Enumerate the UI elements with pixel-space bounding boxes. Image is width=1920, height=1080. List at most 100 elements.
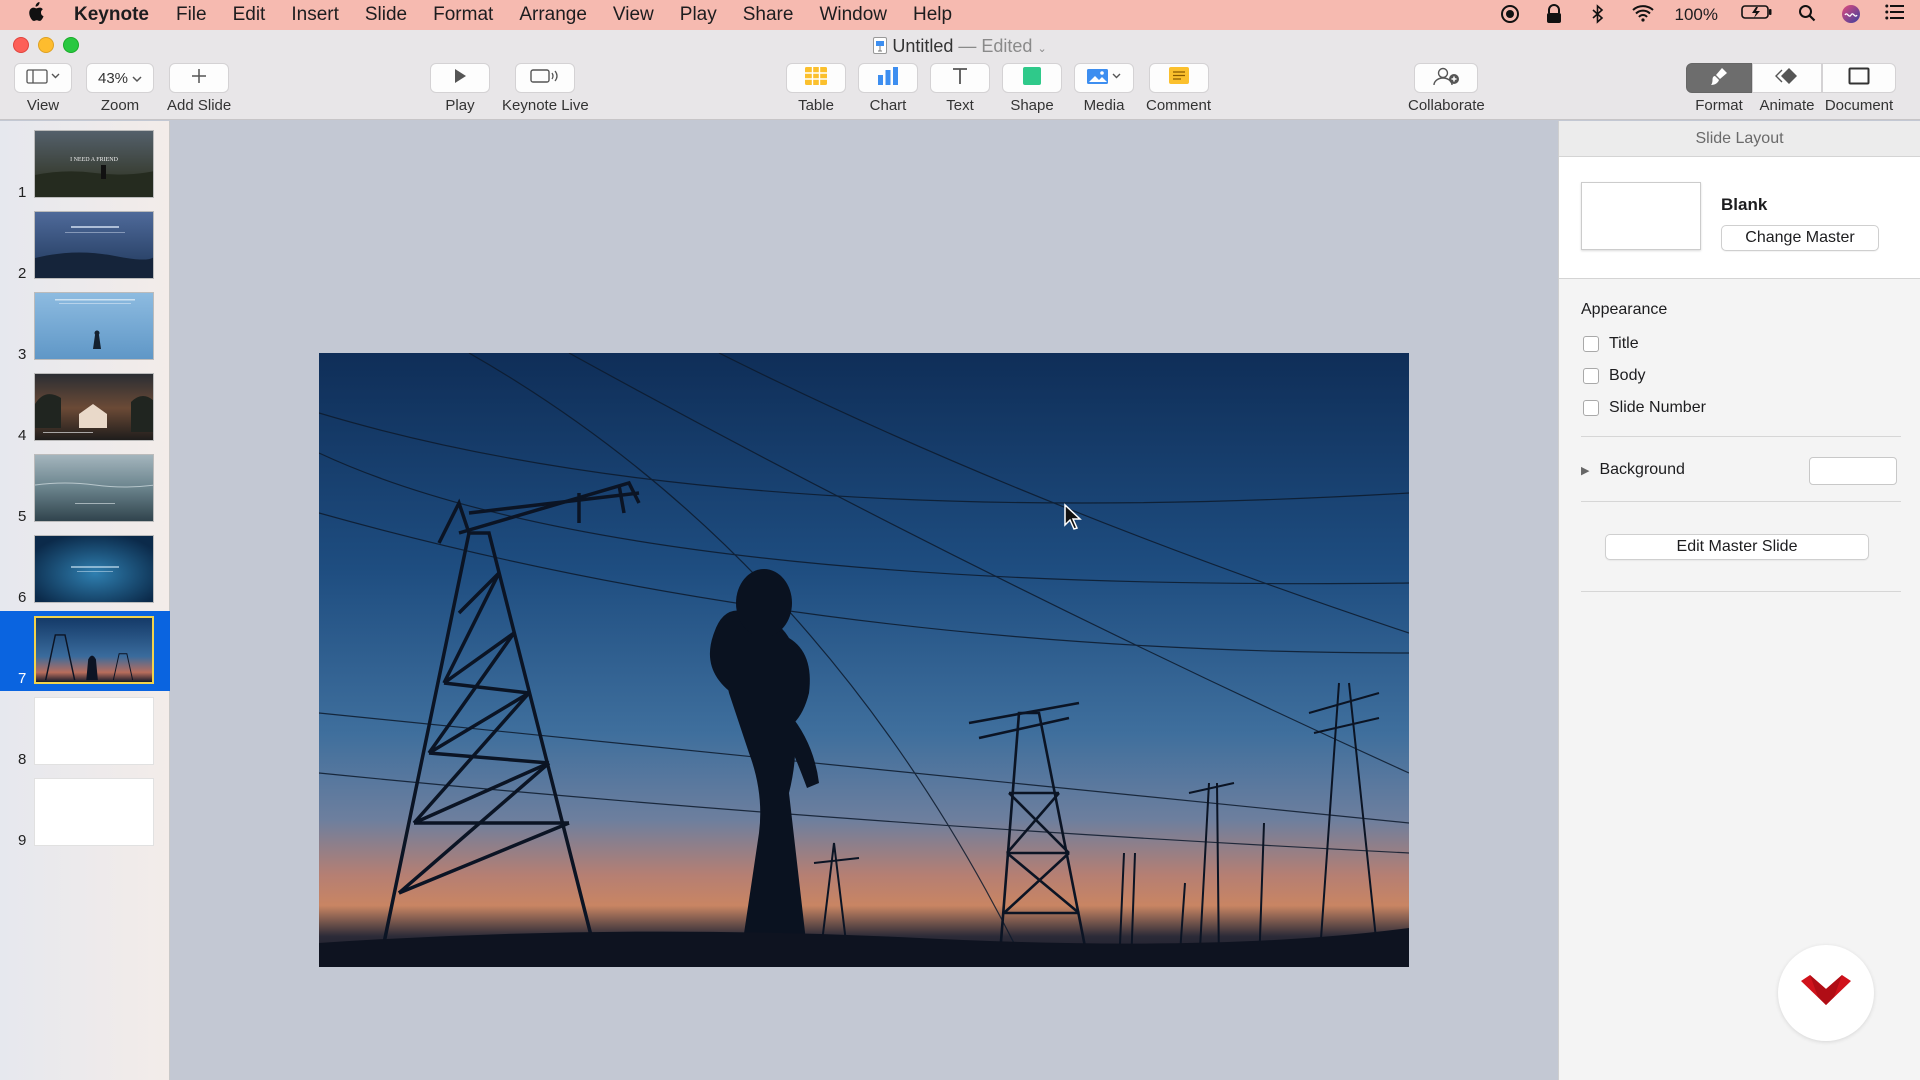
format-tab-button[interactable] xyxy=(1686,63,1752,93)
chevron-down-icon: ⌄ xyxy=(1037,43,1047,55)
insert-media-button[interactable] xyxy=(1074,63,1134,93)
slide-thumbnail[interactable] xyxy=(34,778,154,846)
slide-thumbnail-row-selected[interactable]: 7 xyxy=(0,611,170,691)
menu-share[interactable]: Share xyxy=(730,4,807,26)
watermark-logo xyxy=(1778,945,1874,1041)
slide-number: 9 xyxy=(18,832,27,849)
insert-comment-button[interactable] xyxy=(1148,63,1209,93)
master-thumbnail[interactable] xyxy=(1581,182,1701,250)
document-label: Document xyxy=(1824,97,1894,114)
insert-table-button[interactable] xyxy=(786,63,846,93)
slide-thumbnail-row[interactable]: 4 xyxy=(0,368,170,448)
plus-icon xyxy=(190,67,208,89)
menu-format[interactable]: Format xyxy=(420,4,506,26)
menu-edit[interactable]: Edit xyxy=(220,4,279,26)
screen-record-icon[interactable] xyxy=(1499,4,1521,26)
battery-icon[interactable] xyxy=(1740,4,1774,26)
inspector-tabs: Format Animate Document xyxy=(1686,63,1896,114)
slide-thumbnail-row[interactable]: 9 xyxy=(0,773,170,853)
current-slide[interactable] xyxy=(319,353,1409,967)
slide-number: 7 xyxy=(18,670,27,687)
bluetooth-icon[interactable] xyxy=(1587,4,1609,26)
comment-icon xyxy=(1168,66,1190,90)
slide-thumbnail[interactable] xyxy=(34,211,154,279)
body-checkbox-label: Body xyxy=(1609,367,1646,384)
apple-menu-icon[interactable] xyxy=(26,2,66,28)
menu-bar: Keynote File Edit Insert Slide Format Ar… xyxy=(0,0,1920,30)
slide-thumbnail-row[interactable]: 2 xyxy=(0,206,170,286)
edit-master-slide-button[interactable]: Edit Master Slide xyxy=(1605,534,1869,560)
slide-canvas[interactable] xyxy=(171,121,1558,1080)
menu-file[interactable]: File xyxy=(163,4,220,26)
slide-number-option[interactable]: Slide Number xyxy=(1583,399,1706,417)
media-label: Media xyxy=(1083,97,1125,114)
slide-thumbnail[interactable] xyxy=(34,616,154,684)
bar-chart-icon xyxy=(876,66,900,90)
slide-thumbnail[interactable] xyxy=(34,373,154,441)
slide-thumbnail-row[interactable]: 1 I NEED A FRIEND xyxy=(0,125,170,205)
insert-chart-button[interactable] xyxy=(858,63,918,93)
slide-thumbnail[interactable] xyxy=(34,292,154,360)
keynote-live-icon xyxy=(529,67,561,89)
slide-number-checkbox[interactable] xyxy=(1583,400,1599,416)
add-slide-tool: Add Slide xyxy=(167,63,231,114)
slide-thumbnail[interactable] xyxy=(34,535,154,603)
animate-tab-button[interactable] xyxy=(1752,63,1822,93)
slide-thumbnail-row[interactable]: 8 xyxy=(0,692,170,772)
lock-icon[interactable] xyxy=(1543,4,1565,26)
background-label: Background xyxy=(1599,461,1685,478)
format-label: Format xyxy=(1695,97,1743,114)
keynote-live-tool: Keynote Live xyxy=(502,63,589,114)
zoom-select[interactable]: 43% xyxy=(86,63,154,93)
insert-shape-button[interactable] xyxy=(1002,63,1062,93)
view-tool: View xyxy=(14,63,72,114)
background-disclosure[interactable]: ▶ Background xyxy=(1581,461,1685,479)
slide-5-preview xyxy=(35,455,153,521)
siri-icon[interactable] xyxy=(1840,4,1862,26)
insert-text-button[interactable] xyxy=(930,63,990,93)
menu-play[interactable]: Play xyxy=(667,4,730,26)
collaborate-tool: Collaborate xyxy=(1408,63,1485,114)
slide-thumbnail-row[interactable]: 6 xyxy=(0,530,170,610)
view-button[interactable] xyxy=(14,63,72,93)
zoom-label: Zoom xyxy=(100,97,140,114)
battery-percent: 100% xyxy=(1674,5,1718,24)
body-option[interactable]: Body xyxy=(1583,367,1645,385)
menu-insert[interactable]: Insert xyxy=(278,4,352,26)
play-tool: Play xyxy=(430,63,490,114)
menu-slide[interactable]: Slide xyxy=(352,4,420,26)
add-slide-label: Add Slide xyxy=(167,97,232,114)
slide-layout-section: Blank Change Master xyxy=(1559,157,1920,279)
document-title-text: Untitled xyxy=(892,36,954,56)
slide-number: 5 xyxy=(18,508,27,525)
spotlight-search-icon[interactable] xyxy=(1796,4,1818,26)
slide-thumbnail-row[interactable]: 5 xyxy=(0,449,170,529)
menu-arrange[interactable]: Arrange xyxy=(506,4,600,26)
slide-thumbnail[interactable] xyxy=(34,454,154,522)
title-checkbox[interactable] xyxy=(1583,336,1599,352)
document-tab-button[interactable] xyxy=(1822,63,1896,93)
document-title[interactable]: Untitled — Edited ⌄ xyxy=(0,36,1920,59)
play-icon xyxy=(453,68,467,88)
slide-7-preview xyxy=(36,618,152,682)
slide-7-photo[interactable] xyxy=(319,353,1409,967)
collaborate-button[interactable] xyxy=(1414,63,1479,93)
menu-view[interactable]: View xyxy=(600,4,667,26)
menu-help[interactable]: Help xyxy=(900,4,965,26)
slide-thumbnail[interactable] xyxy=(34,697,154,765)
notification-center-icon[interactable] xyxy=(1884,4,1906,26)
slide-thumbnail[interactable]: I NEED A FRIEND xyxy=(34,130,154,198)
app-menu-keynote[interactable]: Keynote xyxy=(66,4,163,26)
play-button[interactable] xyxy=(430,63,490,93)
keynote-live-button[interactable] xyxy=(515,63,576,93)
slide-thumbnail-row[interactable]: 3 xyxy=(0,287,170,367)
divider xyxy=(1581,591,1901,592)
title-option[interactable]: Title xyxy=(1583,335,1639,353)
body-checkbox[interactable] xyxy=(1583,368,1599,384)
wifi-icon[interactable] xyxy=(1631,4,1654,26)
change-master-button[interactable]: Change Master xyxy=(1721,225,1879,251)
menu-window[interactable]: Window xyxy=(806,4,900,26)
add-slide-button[interactable] xyxy=(169,63,230,93)
appearance-heading: Appearance xyxy=(1581,301,1668,318)
background-color-well[interactable] xyxy=(1809,457,1897,485)
